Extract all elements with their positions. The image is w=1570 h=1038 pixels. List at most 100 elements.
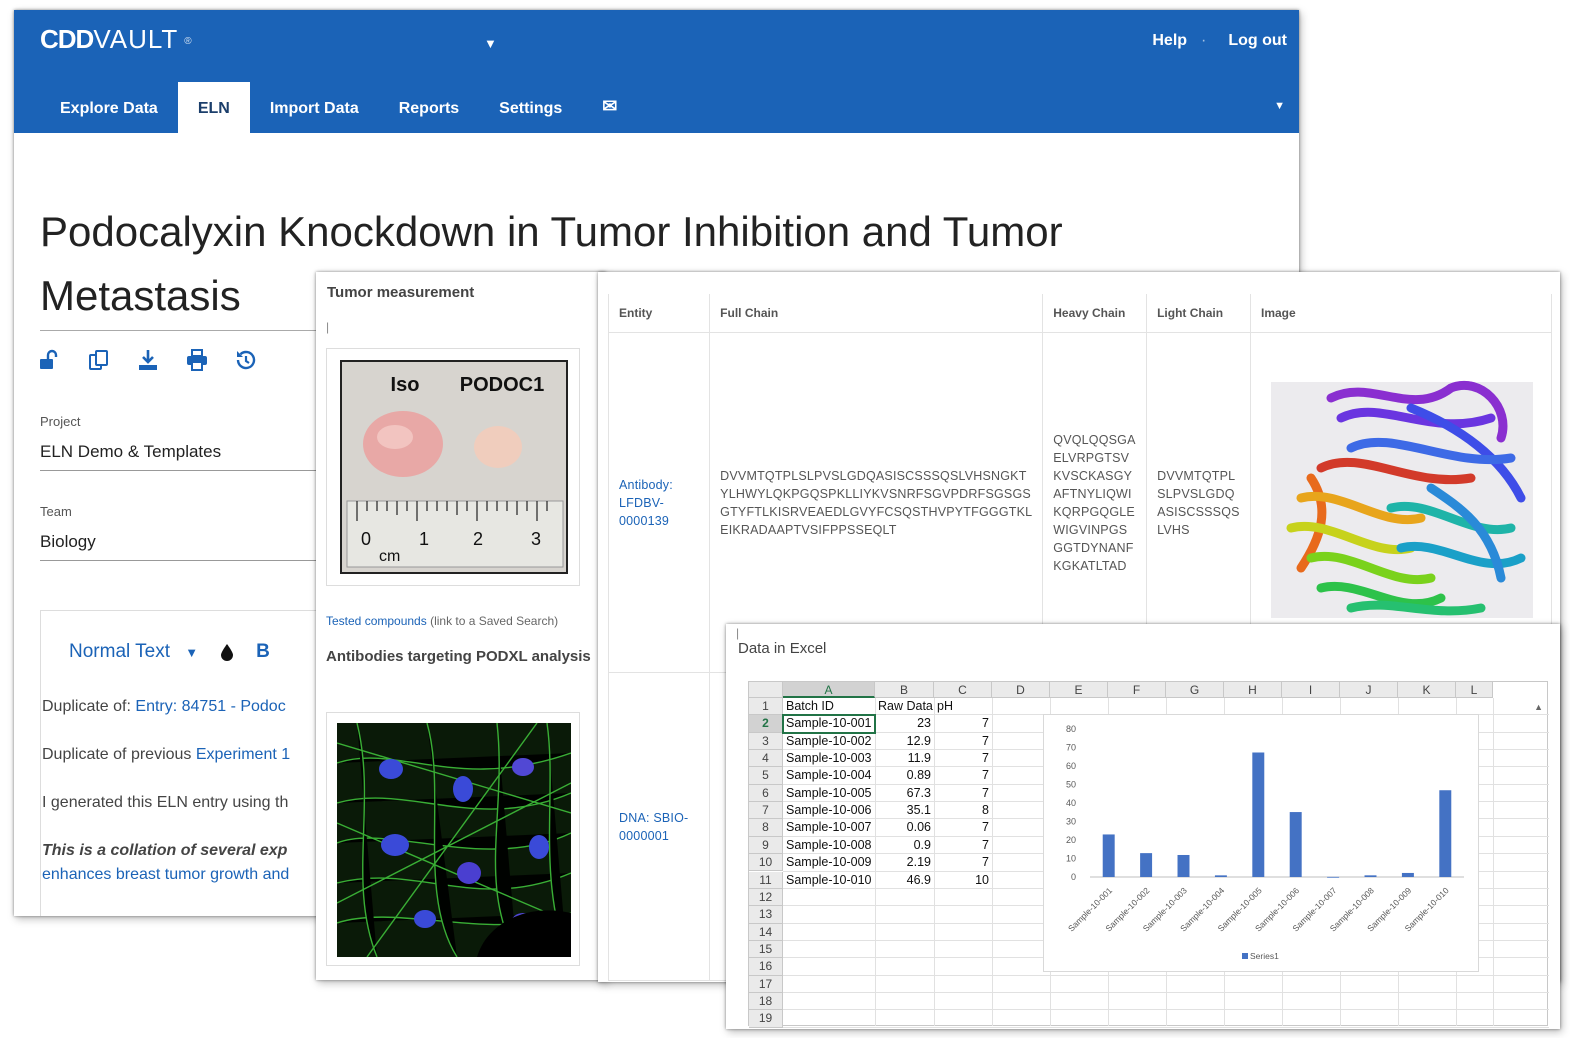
spreadsheet-cell[interactable]: 2.19 [875, 854, 934, 871]
tumor-photo[interactable]: Iso PODOC1 0 1 2 3 cm [327, 349, 579, 585]
row-header[interactable]: 17 [749, 975, 783, 993]
bold-button[interactable]: B [256, 641, 270, 663]
row-header[interactable]: 2 [749, 715, 783, 733]
bar-sample-10-008[interactable] [1364, 875, 1377, 877]
spreadsheet-cell[interactable]: pH [934, 698, 992, 715]
column-header-b[interactable]: B [875, 682, 934, 698]
spreadsheet-cell[interactable]: 7 [934, 785, 992, 802]
fluorescence-cell-image[interactable] [337, 723, 571, 957]
column-header-d[interactable]: D [992, 682, 1050, 698]
bar-sample-10-002[interactable] [1140, 853, 1153, 877]
entity-link-antibody[interactable]: Antibody: LFDBV- 0000139 [607, 332, 711, 673]
spreadsheet-cell[interactable]: 11.9 [875, 750, 934, 767]
tested-compounds-link[interactable]: Tested compounds [326, 614, 427, 628]
tab-explore-data[interactable]: Explore Data [40, 82, 178, 133]
row-header[interactable]: 10 [749, 854, 783, 872]
spreadsheet-cell[interactable]: 7 [934, 767, 992, 784]
spreadsheet-cell[interactable]: Raw Data [875, 698, 934, 715]
unlock-icon[interactable] [38, 348, 62, 372]
print-icon[interactable] [185, 348, 209, 372]
spreadsheet-cell[interactable]: 7 [934, 715, 992, 732]
tab-eln[interactable]: ELN [177, 82, 250, 133]
tab-settings[interactable]: Settings [479, 82, 582, 133]
logout-link[interactable]: Log out [1228, 32, 1287, 49]
spreadsheet-cell[interactable]: 7 [934, 837, 992, 854]
column-header-j[interactable]: J [1340, 682, 1398, 698]
row-header[interactable]: 9 [749, 836, 783, 855]
scroll-up-icon[interactable]: ▲ [1534, 702, 1543, 712]
row-header[interactable]: 11 [749, 871, 783, 889]
spreadsheet-cell[interactable]: 7 [934, 819, 992, 836]
spreadsheet-cell[interactable]: Sample-10-005 [783, 785, 875, 802]
copy-icon[interactable] [87, 348, 111, 372]
spreadsheet-cell[interactable]: Batch ID [783, 698, 875, 715]
col-full-chain[interactable]: Full Chain [709, 294, 1044, 333]
spreadsheet-cell[interactable]: 10 [934, 872, 992, 889]
embedded-bar-chart[interactable]: 0 10 20 30 40 50 60 70 80 Sample-10-001 Sample-10-… [1043, 714, 1479, 972]
col-entity[interactable]: Entity [607, 294, 711, 333]
experiment-link[interactable]: Experiment 1 [196, 746, 290, 763]
row-header[interactable]: 8 [749, 819, 783, 837]
nav-menu-icon[interactable]: ▼ [1274, 100, 1285, 112]
spreadsheet-cell[interactable]: Sample-10-010 [783, 872, 875, 889]
spreadsheet-cell[interactable]: Sample-10-002 [783, 733, 875, 750]
cdd-vault-logo[interactable]: CDDVAULT ® [40, 24, 193, 55]
column-header-a[interactable]: A [783, 682, 875, 698]
row-header[interactable]: 16 [749, 958, 783, 976]
column-header-c[interactable]: C [934, 682, 992, 698]
project-field[interactable]: ELN Demo & Templates [40, 442, 330, 471]
column-header-g[interactable]: G [1166, 682, 1224, 698]
column-header-k[interactable]: K [1398, 682, 1456, 698]
bar-sample-10-001[interactable] [1102, 834, 1115, 877]
row-header[interactable]: 13 [749, 906, 783, 924]
help-link[interactable]: Help [1152, 32, 1187, 49]
row-header[interactable]: 6 [749, 784, 783, 803]
row-header[interactable]: 12 [749, 888, 783, 907]
spreadsheet-cell[interactable]: Sample-10-009 [783, 854, 875, 871]
column-header-i[interactable]: I [1282, 682, 1340, 698]
spreadsheet-cell[interactable]: 0.06 [875, 819, 934, 836]
column-header-e[interactable]: E [1050, 682, 1108, 698]
row-header[interactable]: 18 [749, 992, 783, 1011]
spreadsheet-cell[interactable]: Sample-10-006 [783, 802, 875, 819]
spreadsheet-cell[interactable]: Sample-10-008 [783, 837, 875, 854]
protein-structure-image[interactable] [1261, 378, 1541, 622]
spreadsheet-cell[interactable]: 12.9 [875, 733, 934, 750]
spreadsheet-cell[interactable]: 0.89 [875, 767, 934, 784]
bar-sample-10-005[interactable] [1252, 752, 1265, 877]
row-header[interactable]: 3 [749, 732, 783, 751]
spreadsheet-grid[interactable]: A B C D E F G H I J K L 1 2 3 4 5 6 7 8 9 10 11 12 13 14 15 16 17 18 1… [748, 681, 1549, 1028]
team-field[interactable]: Biology [40, 532, 330, 561]
row-header[interactable]: 5 [749, 767, 783, 785]
col-image[interactable]: Image [1250, 294, 1552, 333]
select-all-corner[interactable] [749, 682, 783, 698]
row-header[interactable]: 14 [749, 923, 783, 941]
bar-sample-10-003[interactable] [1177, 854, 1190, 877]
bar-sample-10-010[interactable] [1439, 790, 1452, 877]
col-light-chain[interactable]: Light Chain [1146, 294, 1251, 333]
spreadsheet-cell[interactable]: Sample-10-004 [783, 767, 875, 784]
row-header[interactable]: 1 [749, 698, 783, 716]
row-header[interactable]: 7 [749, 802, 783, 820]
bar-sample-10-007[interactable] [1327, 876, 1340, 878]
row-header[interactable]: 4 [749, 750, 783, 768]
column-header-h[interactable]: H [1224, 682, 1282, 698]
row-header[interactable]: 15 [749, 940, 783, 959]
tab-reports[interactable]: Reports [379, 82, 479, 133]
spreadsheet-cell[interactable]: 8 [934, 802, 992, 819]
row-header[interactable]: 19 [749, 1010, 783, 1028]
spreadsheet-cell[interactable]: 7 [934, 854, 992, 871]
vault-dropdown-icon[interactable]: ▼ [484, 36, 497, 51]
spreadsheet-cell[interactable]: Sample-10-007 [783, 819, 875, 836]
spreadsheet-cell[interactable]: 0.9 [875, 837, 934, 854]
column-header-l[interactable]: L [1456, 682, 1493, 698]
download-icon[interactable] [136, 348, 160, 372]
spreadsheet-cell[interactable]: 46.9 [875, 872, 934, 889]
mail-icon[interactable]: ✉ [582, 82, 637, 133]
bar-sample-10-006[interactable] [1289, 812, 1302, 877]
spreadsheet-cell[interactable]: 67.3 [875, 785, 934, 802]
history-icon[interactable] [234, 348, 258, 372]
col-heavy-chain[interactable]: Heavy Chain [1042, 294, 1148, 333]
bar-sample-10-004[interactable] [1214, 875, 1227, 877]
text-color-icon[interactable] [220, 643, 234, 661]
